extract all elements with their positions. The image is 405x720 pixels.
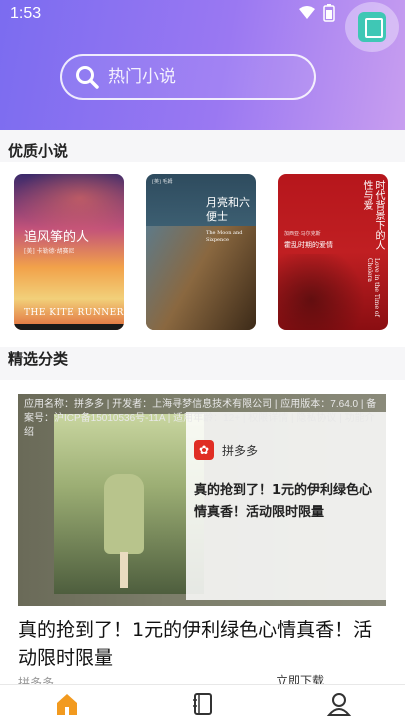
book-subtitle: Love in the Time of Cholera <box>366 258 380 317</box>
book-tagline: 时代背景下的人性与爱 <box>361 180 384 250</box>
battery-icon <box>323 4 335 22</box>
app-screen: 1:53 优质小说 追风筝的人 [美] 卡勒德·胡赛尼 THE KITE RUN… <box>0 0 405 720</box>
ad-banner-image[interactable]: ✿ 拼多多 真的抢到了！1元的伊利绿色心情真香！活动限时限量 应用名称：拼多多 … <box>18 394 386 606</box>
ad-slogan: 真的抢到了！1元的伊利绿色心情真香！活动限时限量 <box>194 483 373 520</box>
bottom-nav <box>0 684 405 720</box>
wifi-icon <box>299 6 315 19</box>
bookshelf-icon[interactable] <box>190 691 216 717</box>
home-icon[interactable] <box>54 691 80 717</box>
search-icon <box>76 66 99 89</box>
book-author: [美] 卡勒德·胡赛尼 <box>24 248 75 255</box>
search-input[interactable] <box>108 67 288 87</box>
status-time: 1:53 <box>10 5 42 22</box>
ad-headline[interactable]: 真的抢到了！1元的伊利绿色心情真香！活动限时限量 <box>18 616 388 672</box>
search-bar[interactable] <box>60 54 316 100</box>
profile-icon[interactable] <box>326 691 352 717</box>
book-title: 霍乱时期的爱情 <box>284 241 333 249</box>
book-subtitle: The Moon and Sixpence <box>206 230 243 243</box>
book-title: 月亮和六便士 <box>206 196 250 223</box>
book-cover-kite-runner[interactable]: 追风筝的人 [美] 卡勒德·胡赛尼 THE KITE RUNNER <box>14 174 124 330</box>
book-cover-moon-sixpence[interactable]: [英] 毛姆 月亮和六便士 The Moon and Sixpence <box>146 174 256 330</box>
status-icons <box>299 4 335 22</box>
featured-section-title: 优质小说 <box>8 142 69 160</box>
ad-brand-name: 拼多多 <box>222 443 259 458</box>
book-subtitle: THE KITE RUNNER <box>24 308 124 318</box>
ice-cream-stick <box>120 552 128 588</box>
ice-cream-bar <box>104 474 144 554</box>
category-section-title: 精选分类 <box>8 350 69 368</box>
header: 1:53 <box>0 0 405 130</box>
cover-band <box>14 324 124 330</box>
ad-card[interactable]: ✿ 拼多多 真的抢到了！1元的伊利绿色心情真香！活动限时限量 应用名称：拼多多 … <box>0 380 405 690</box>
book-carousel: 追风筝的人 [美] 卡勒德·胡赛尼 THE KITE RUNNER [英] 毛姆… <box>0 162 405 347</box>
cover-sky <box>14 174 124 234</box>
book-author: [英] 毛姆 <box>152 179 173 185</box>
book-title: 追风筝的人 <box>24 230 90 245</box>
book-app-icon <box>358 12 386 42</box>
app-logo[interactable] <box>345 2 399 52</box>
book-cover-cholera[interactable]: 时代背景下的人性与爱 霍乱时期的爱情 加西亚·马尔克斯 Love in the … <box>278 174 388 330</box>
ad-app-info[interactable]: 应用名称：拼多多 | 开发者：上海寻梦信息技术有限公司 | 应用版本：7.64.… <box>18 394 386 444</box>
book-author: 加西亚·马尔克斯 <box>284 231 321 237</box>
